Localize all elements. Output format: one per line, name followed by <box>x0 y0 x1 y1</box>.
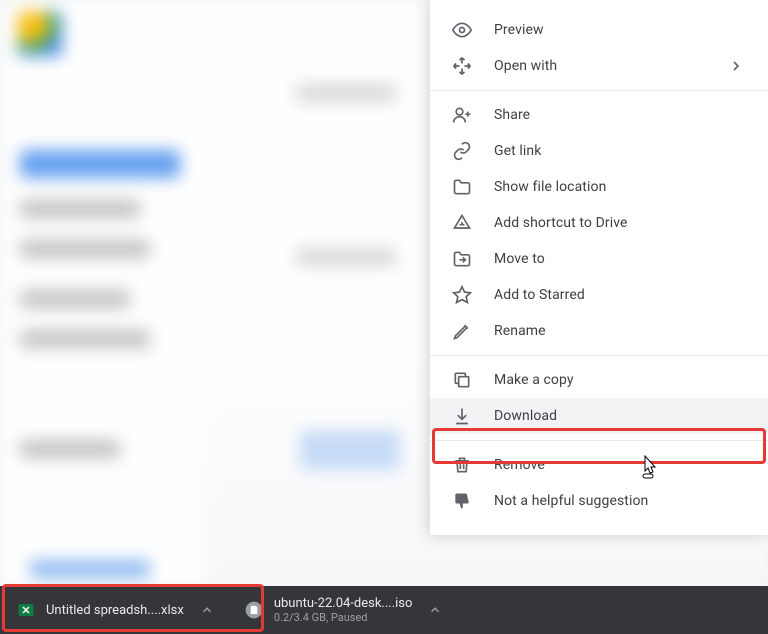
link-icon <box>450 139 474 163</box>
menu-preview[interactable]: Preview <box>430 12 768 48</box>
thumbs-down-icon <box>450 489 474 513</box>
copy-icon <box>450 368 474 392</box>
menu-label: Remove <box>494 457 744 473</box>
menu-get-link[interactable]: Get link <box>430 133 768 169</box>
star-icon <box>450 283 474 307</box>
menu-show-location[interactable]: Show file location <box>430 169 768 205</box>
menu-add-shortcut[interactable]: Add shortcut to Drive <box>430 205 768 241</box>
menu-label: Move to <box>494 251 744 267</box>
menu-label: Rename <box>494 323 744 339</box>
divider <box>430 440 768 441</box>
folder-icon <box>450 175 474 199</box>
folder-move-icon <box>450 247 474 271</box>
menu-label: Download <box>494 408 744 424</box>
menu-rename[interactable]: Rename <box>430 313 768 349</box>
menu-label: Make a copy <box>494 372 744 388</box>
context-menu: Preview Open with Share Get link Show fi… <box>430 0 768 535</box>
menu-label: Open with <box>494 58 728 74</box>
drive-shortcut-icon <box>450 211 474 235</box>
menu-label: Add shortcut to Drive <box>494 215 744 231</box>
download-icon <box>450 404 474 428</box>
menu-label: Not a helpful suggestion <box>494 493 744 509</box>
browser-download-shelf: Untitled spreadsh....xlsx ubuntu-22.04-d… <box>0 586 768 634</box>
download-status-text: 0.2/3.4 GB, Paused <box>274 611 413 624</box>
download-tray-item-xlsx[interactable]: Untitled spreadsh....xlsx <box>8 592 224 628</box>
move-arrows-icon <box>450 54 474 78</box>
excel-file-icon <box>16 600 36 620</box>
menu-label: Preview <box>494 22 744 38</box>
divider <box>430 355 768 356</box>
menu-add-starred[interactable]: Add to Starred <box>430 277 768 313</box>
person-add-icon <box>450 103 474 127</box>
chevron-right-icon <box>728 58 744 74</box>
download-tray-item-iso[interactable]: ubuntu-22.04-desk....iso 0.2/3.4 GB, Pau… <box>236 592 453 628</box>
pencil-icon <box>450 319 474 343</box>
menu-label: Show file location <box>494 179 744 195</box>
download-file-name: Untitled spreadsh....xlsx <box>46 603 184 618</box>
download-file-name: ubuntu-22.04-desk....iso <box>274 596 413 612</box>
trash-icon <box>450 453 474 477</box>
menu-share[interactable]: Share <box>430 97 768 133</box>
chevron-up-icon[interactable] <box>428 603 442 617</box>
menu-open-with[interactable]: Open with <box>430 48 768 84</box>
eye-icon <box>450 18 474 42</box>
menu-not-helpful[interactable]: Not a helpful suggestion <box>430 483 768 519</box>
menu-label: Share <box>494 107 744 123</box>
menu-make-copy[interactable]: Make a copy <box>430 362 768 398</box>
divider <box>430 90 768 91</box>
menu-download[interactable]: Download <box>430 398 768 434</box>
menu-remove[interactable]: Remove <box>430 447 768 483</box>
menu-label: Add to Starred <box>494 287 744 303</box>
menu-move-to[interactable]: Move to <box>430 241 768 277</box>
file-icon <box>244 600 264 620</box>
chevron-up-icon[interactable] <box>200 603 214 617</box>
menu-label: Get link <box>494 143 744 159</box>
